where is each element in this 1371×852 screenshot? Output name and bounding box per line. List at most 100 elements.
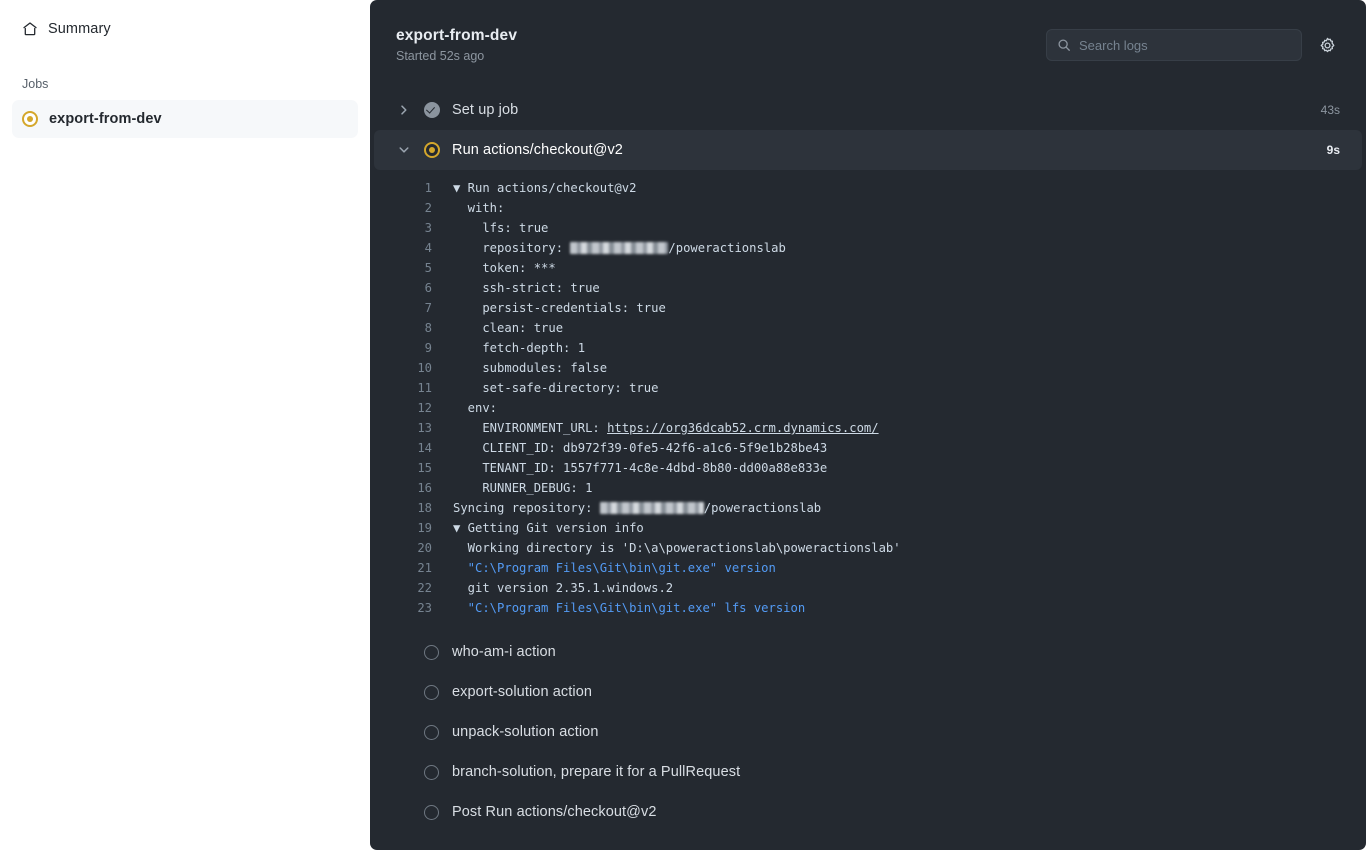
redacted-text	[600, 502, 704, 514]
log-line-number: 22	[392, 578, 432, 598]
log-line-number: 15	[392, 458, 432, 478]
log-text: Syncing repository:	[453, 501, 600, 515]
panel-header-titles: export-from-dev Started 52s ago	[396, 27, 517, 63]
log-text: "C:\Program Files\Git\bin\git.exe" versi…	[453, 561, 776, 575]
log-text: CLIENT_ID: db972f39-0fe5-42f6-a1c6-5f9e1…	[453, 441, 827, 455]
log-line-number: 19	[392, 518, 432, 538]
log-line-text: token: ***	[453, 258, 556, 278]
step-row-set-up-job[interactable]: Set up job 43s	[374, 90, 1362, 130]
log-line: 21 "C:\Program Files\Git\bin\git.exe" ve…	[370, 558, 1366, 578]
log-line-text: fetch-depth: 1	[453, 338, 585, 358]
log-text: /poweractionslab	[668, 241, 785, 255]
run-started-text: Started 52s ago	[396, 49, 517, 63]
redacted-text	[570, 242, 668, 254]
log-text: TENANT_ID: 1557f771-4c8e-4dbd-8b80-dd00a…	[453, 461, 827, 475]
step-label: branch-solution, prepare it for a PullRe…	[452, 764, 740, 780]
log-line-number: 13	[392, 418, 432, 438]
panel-header-actions	[1046, 29, 1340, 61]
log-text: RUNNER_DEBUG: 1	[453, 481, 592, 495]
step-row-who-am-i-action[interactable]: who-am-i action	[374, 632, 1362, 672]
log-line-text: git version 2.35.1.windows.2	[453, 578, 673, 598]
jobs-sidebar: Summary Jobs export-from-dev	[0, 0, 370, 852]
step-row-run-actions-checkout[interactable]: Run actions/checkout@v2 9s	[374, 130, 1362, 170]
step-duration: 43s	[1321, 103, 1340, 117]
log-line-text: repository: /poweractionslab	[453, 238, 786, 258]
step-row-branch-solution[interactable]: branch-solution, prepare it for a PullRe…	[374, 752, 1362, 792]
log-text: ▼ Run actions/checkout@v2	[453, 181, 636, 195]
step-label: export-solution action	[452, 684, 592, 700]
sidebar-item-summary[interactable]: Summary	[12, 14, 358, 44]
step-status-pending-icon	[423, 764, 440, 781]
log-line: 5 token: ***	[370, 258, 1366, 278]
log-line-number: 3	[392, 218, 432, 238]
sidebar-summary-label: Summary	[48, 21, 111, 37]
log-line-text: TENANT_ID: 1557f771-4c8e-4dbd-8b80-dd00a…	[453, 458, 827, 478]
log-line-text: submodules: false	[453, 358, 607, 378]
step-status-success-icon	[423, 102, 440, 119]
step-status-pending-icon	[423, 684, 440, 701]
log-line-text: ssh-strict: true	[453, 278, 600, 298]
log-line-number: 11	[392, 378, 432, 398]
log-line-text: persist-credentials: true	[453, 298, 666, 318]
log-text: Working directory is 'D:\a\poweractionsl…	[453, 541, 901, 555]
log-line: 19 ▼ Getting Git version info	[370, 518, 1366, 538]
log-line-text: ▼ Run actions/checkout@v2	[453, 178, 636, 198]
workflow-run-page: Summary Jobs export-from-dev export-from…	[0, 0, 1371, 852]
settings-button[interactable]	[1314, 32, 1340, 58]
log-text: git version 2.35.1.windows.2	[453, 581, 673, 595]
log-text: ssh-strict: true	[453, 281, 600, 295]
step-label: Post Run actions/checkout@v2	[452, 804, 657, 820]
log-line-number: 20	[392, 538, 432, 558]
step-label: Set up job	[452, 102, 518, 118]
log-text: submodules: false	[453, 361, 607, 375]
log-line: 7 persist-credentials: true	[370, 298, 1366, 318]
log-output[interactable]: 1▼ Run actions/checkout@v22 with:3 lfs: …	[370, 170, 1366, 632]
log-line-text: clean: true	[453, 318, 563, 338]
log-text: repository:	[453, 241, 570, 255]
log-line-text: ENVIRONMENT_URL: https://org36dcab52.crm…	[453, 418, 879, 438]
log-line: 8 clean: true	[370, 318, 1366, 338]
log-line-number: 14	[392, 438, 432, 458]
log-link[interactable]: https://org36dcab52.crm.dynamics.com/	[607, 421, 879, 435]
log-line: 16 RUNNER_DEBUG: 1	[370, 478, 1366, 498]
step-row-post-run-actions-checkout[interactable]: Post Run actions/checkout@v2	[374, 792, 1362, 832]
search-input[interactable]	[1079, 38, 1291, 53]
log-line-number: 16	[392, 478, 432, 498]
log-line: 23 "C:\Program Files\Git\bin\git.exe" lf…	[370, 598, 1366, 618]
log-text: set-safe-directory: true	[453, 381, 658, 395]
sidebar-item-export-from-dev[interactable]: export-from-dev	[12, 100, 358, 138]
log-line-number: 1	[392, 178, 432, 198]
job-log-panel: export-from-dev Started 52s ago	[370, 0, 1366, 850]
log-line: 9 fetch-depth: 1	[370, 338, 1366, 358]
search-logs-box[interactable]	[1046, 29, 1302, 61]
log-text: persist-credentials: true	[453, 301, 666, 315]
log-text: token: ***	[453, 261, 556, 275]
step-label: unpack-solution action	[452, 724, 599, 740]
log-text: ▼ Getting Git version info	[453, 521, 644, 535]
log-line-text: "C:\Program Files\Git\bin\git.exe" lfs v…	[453, 598, 805, 618]
log-line-number: 6	[392, 278, 432, 298]
log-line: 2 with:	[370, 198, 1366, 218]
log-line: 11 set-safe-directory: true	[370, 378, 1366, 398]
log-line: 13 ENVIRONMENT_URL: https://org36dcab52.…	[370, 418, 1366, 438]
log-text: with:	[453, 201, 504, 215]
step-status-running-icon	[423, 142, 440, 159]
step-status-pending-icon	[423, 804, 440, 821]
step-row-export-solution-action[interactable]: export-solution action	[374, 672, 1362, 712]
log-line-text: set-safe-directory: true	[453, 378, 658, 398]
page-title: export-from-dev	[396, 27, 517, 45]
step-row-unpack-solution-action[interactable]: unpack-solution action	[374, 712, 1362, 752]
log-line-number: 23	[392, 598, 432, 618]
log-line: 1 ▼ Run actions/checkout@v2	[370, 178, 1366, 198]
chevron-right-icon[interactable]	[396, 104, 412, 116]
log-line: 18Syncing repository: /poweractionslab	[370, 498, 1366, 518]
log-text: clean: true	[453, 321, 563, 335]
sidebar-job-label: export-from-dev	[49, 111, 162, 127]
log-line: 22 git version 2.35.1.windows.2	[370, 578, 1366, 598]
log-line-text: RUNNER_DEBUG: 1	[453, 478, 592, 498]
log-line-text: with:	[453, 198, 504, 218]
chevron-down-icon[interactable]	[396, 144, 412, 156]
log-line: 12 env:	[370, 398, 1366, 418]
log-line-number: 7	[392, 298, 432, 318]
log-line-number: 21	[392, 558, 432, 578]
